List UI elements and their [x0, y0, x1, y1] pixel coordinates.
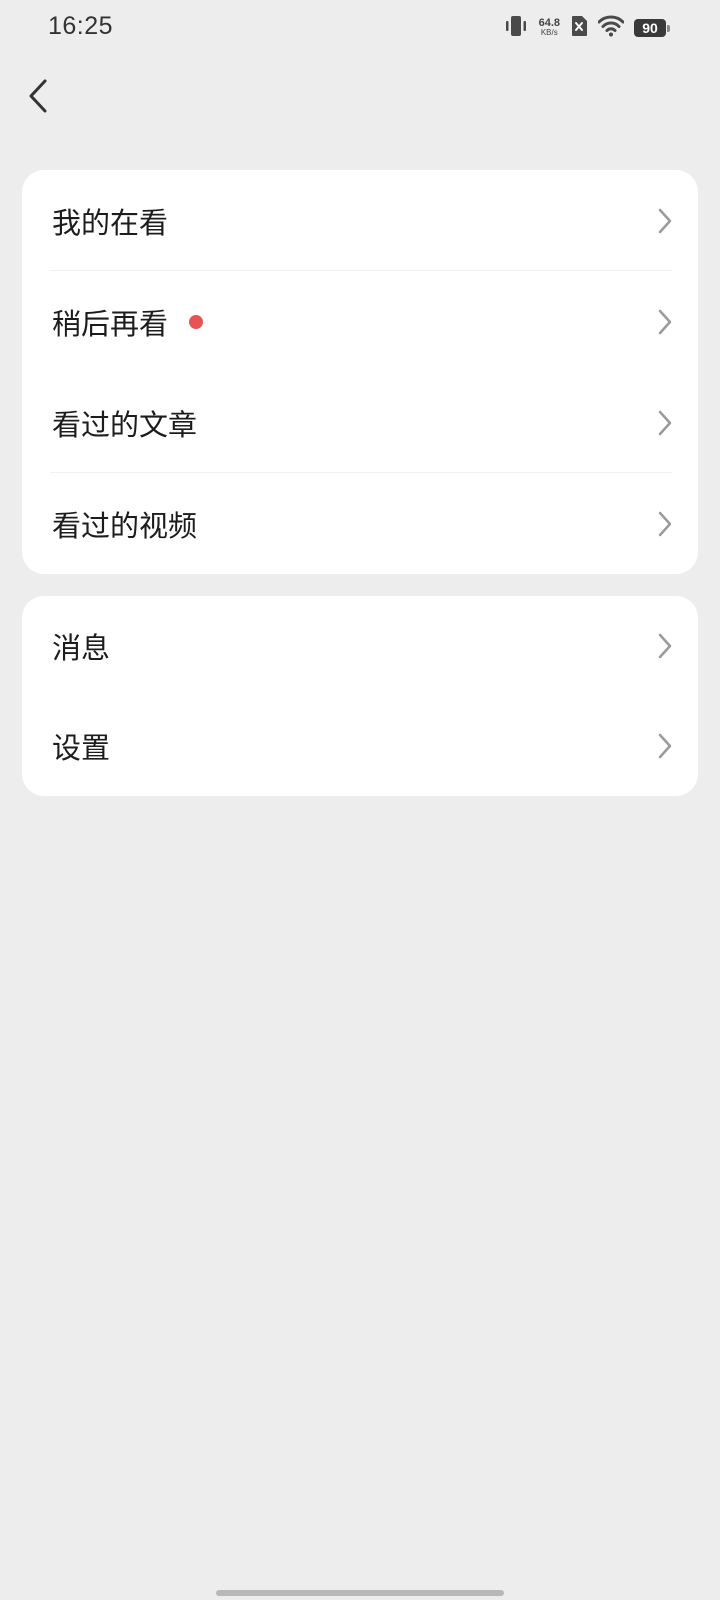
chevron-right-icon — [656, 207, 674, 235]
menu-item-viewed-videos[interactable]: 看过的视频 — [22, 473, 698, 574]
menu-item-messages[interactable]: 消息 — [22, 596, 698, 696]
net-speed: 64.8 KB/s — [539, 18, 560, 38]
menu-item-label: 稍后再看 — [52, 306, 169, 341]
sim-off-icon — [570, 15, 588, 41]
menu-item-my-watching[interactable]: 我的在看 — [22, 170, 698, 271]
net-speed-value: 64.8 — [538, 17, 560, 29]
menu-item-settings[interactable]: 设置 — [22, 696, 698, 796]
net-speed-unit: KB/s — [540, 28, 558, 37]
unread-dot-badge — [189, 314, 203, 329]
menu-item-label: 消息 — [52, 631, 111, 665]
status-bar: 16:25 64.8 KB/s 90 — [0, 0, 720, 56]
menu-item-label: 看过的文章 — [52, 407, 198, 442]
menu-item-label: 设置 — [52, 731, 111, 765]
chevron-left-icon — [28, 79, 48, 117]
general-menu-card: 消息 设置 — [22, 596, 698, 796]
back-button[interactable] — [18, 76, 58, 120]
battery-icon: 90 — [634, 19, 670, 37]
menu-item-label: 看过的视频 — [52, 508, 198, 543]
status-icons: 64.8 KB/s 90 — [503, 14, 670, 42]
menu-item-watch-later[interactable]: 稍后再看 — [22, 271, 698, 372]
wifi-icon — [597, 15, 625, 41]
chevron-right-icon — [656, 409, 674, 437]
chevron-right-icon — [656, 308, 674, 336]
home-indicator[interactable] — [216, 1590, 504, 1596]
chevron-right-icon — [656, 632, 674, 660]
menu-item-viewed-articles[interactable]: 看过的文章 — [22, 372, 698, 473]
menu-item-label: 我的在看 — [52, 205, 169, 240]
chevron-right-icon — [656, 510, 674, 538]
vibrate-icon — [503, 14, 529, 42]
status-time: 16:25 — [48, 12, 114, 40]
chevron-right-icon — [656, 732, 674, 760]
history-menu-card: 我的在看 稍后再看 看过的文章 看过的视频 — [22, 170, 698, 574]
